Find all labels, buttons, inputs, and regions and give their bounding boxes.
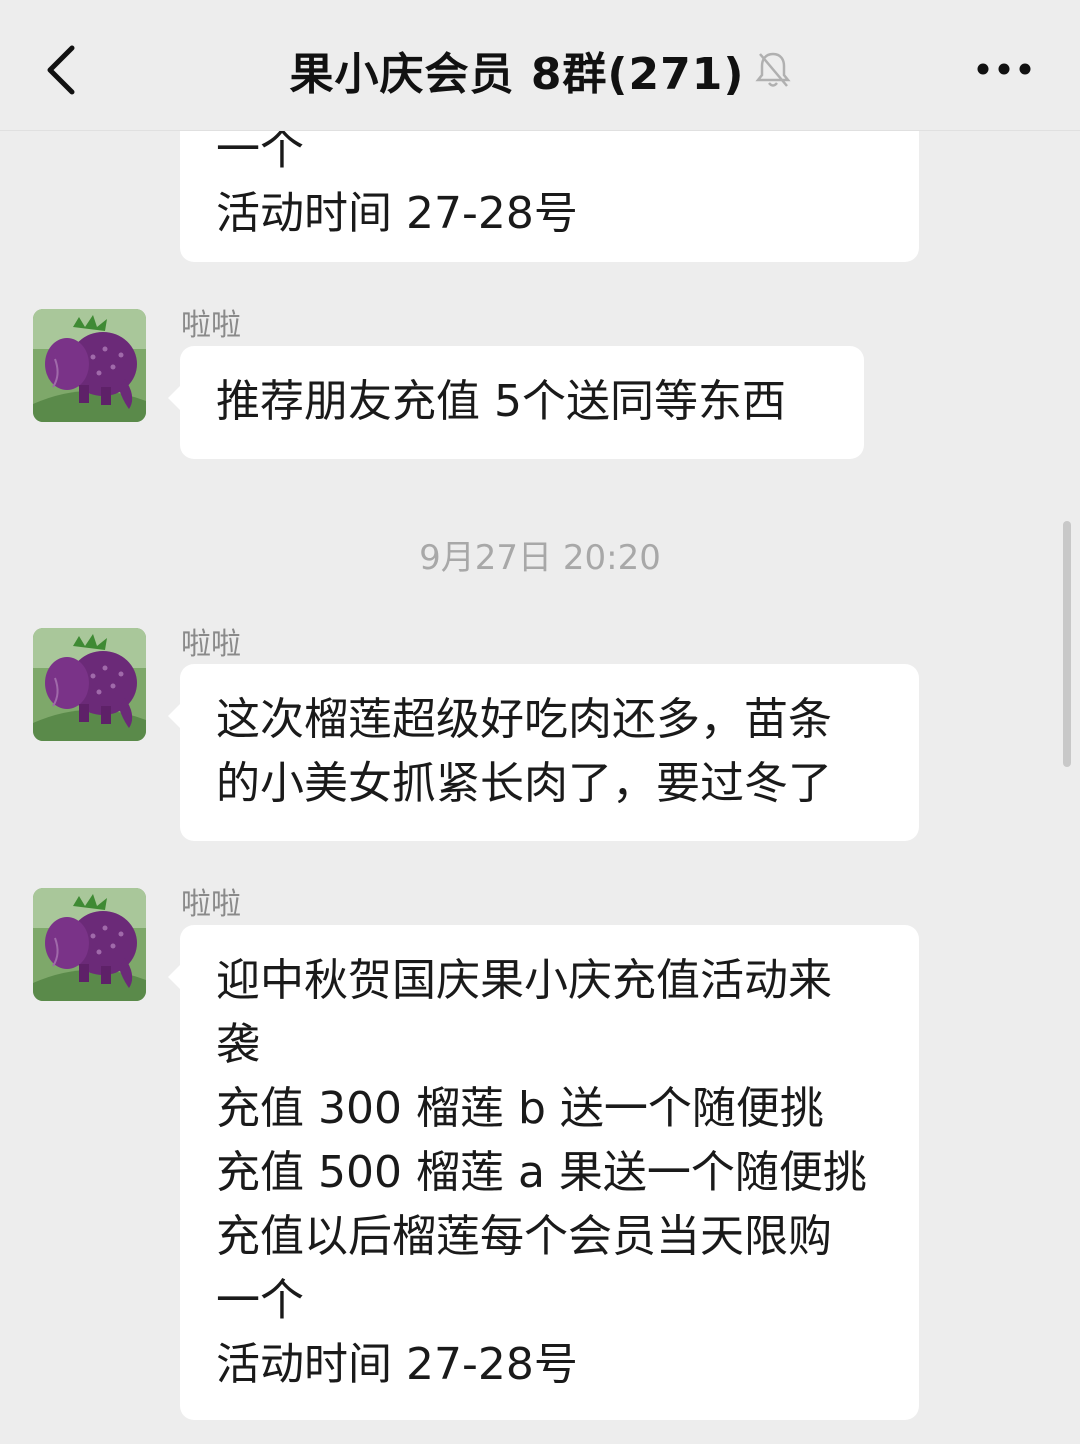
scrollbar[interactable] [1063,521,1071,767]
avatar-image [33,309,146,422]
avatar[interactable] [33,888,146,1001]
bell-off-icon [754,52,791,87]
more-dots-icon[interactable] [976,58,1032,80]
message-line: 充值以后榴莲每个会员当天限购 [216,1211,832,1262]
message-line: 充值 500 榴莲 a 果送一个随便挑 [216,1147,867,1198]
message-bubble[interactable]: 推荐朋友充值 5个送同等东西 [168,346,864,459]
message-line: 活动时间 27-28号 [216,1339,578,1390]
avatar[interactable] [33,628,146,741]
sender-name: 啦啦 [181,887,241,922]
sender-name: 啦啦 [181,308,241,343]
message-line: 充值 300 榴莲 b 送一个随便挑 [216,1083,824,1134]
message-line: 迎中秋贺国庆果小庆充值活动来 [216,955,832,1006]
avatar-image [33,628,146,741]
message-line: 一个 [216,1275,304,1326]
message-line: 袭 [216,1019,260,1070]
sender-name: 啦啦 [181,627,241,662]
message-bubble[interactable]: 这次榴莲超级好吃肉还多，苗条 的小美女抓紧长肉了，要过冬了 [168,664,919,841]
timestamp: 9月27日 20:20 [419,538,661,578]
message-line: 这次榴莲超级好吃肉还多，苗条 [216,694,832,745]
message-line: 的小美女抓紧长肉了，要过冬了 [216,758,832,809]
title-wrap: 果小庆会员 8群(271) [0,40,1080,100]
avatar[interactable] [33,309,146,422]
chat-header: 果小庆会员 8群(271) [0,0,1080,131]
message-line: 活动时间 27-28号 [216,188,578,239]
message-line: 推荐朋友充值 5个送同等东西 [216,376,786,427]
message-bubble[interactable]: 一个 活动时间 27-28号 [180,110,919,262]
avatar-image [33,888,146,1001]
message-bubble[interactable]: 迎中秋贺国庆果小庆充值活动来 袭 充值 300 榴莲 b 送一个随便挑 充值 5… [168,925,919,1420]
chat-title: 果小庆会员 8群(271) [289,49,745,100]
